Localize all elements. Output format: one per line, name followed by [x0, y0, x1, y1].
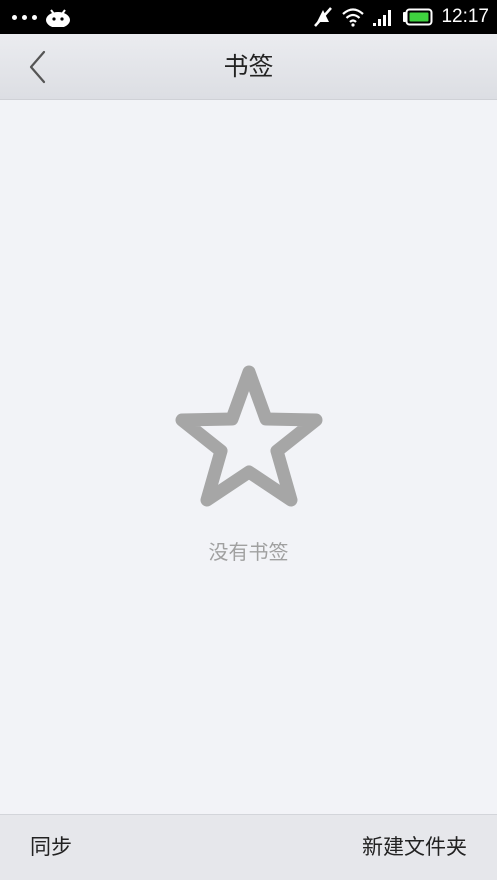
status-time: 12:17 — [441, 6, 489, 27]
notification-dots-icon — [12, 14, 37, 20]
page-title: 书签 — [223, 52, 274, 81]
empty-message: 没有书签 — [208, 540, 289, 564]
mute-icon — [314, 7, 333, 27]
sync-button[interactable]: 同步 — [30, 833, 72, 861]
status-right-icons: 12:17 — [313, 5, 489, 29]
empty-state: 没有书签 — [0, 360, 497, 565]
star-outline-icon — [175, 365, 322, 507]
battery-icon — [403, 8, 433, 26]
android-icon — [46, 9, 70, 27]
status-bar: 12:17 — [0, 0, 497, 34]
status-left-icons — [12, 7, 71, 27]
new-folder-button[interactable]: 新建文件夹 — [362, 833, 467, 861]
header: 书签 — [0, 34, 497, 100]
wifi-icon — [342, 8, 365, 27]
bottom-toolbar: 同步 新建文件夹 — [0, 814, 497, 880]
signal-icon — [373, 10, 392, 26]
